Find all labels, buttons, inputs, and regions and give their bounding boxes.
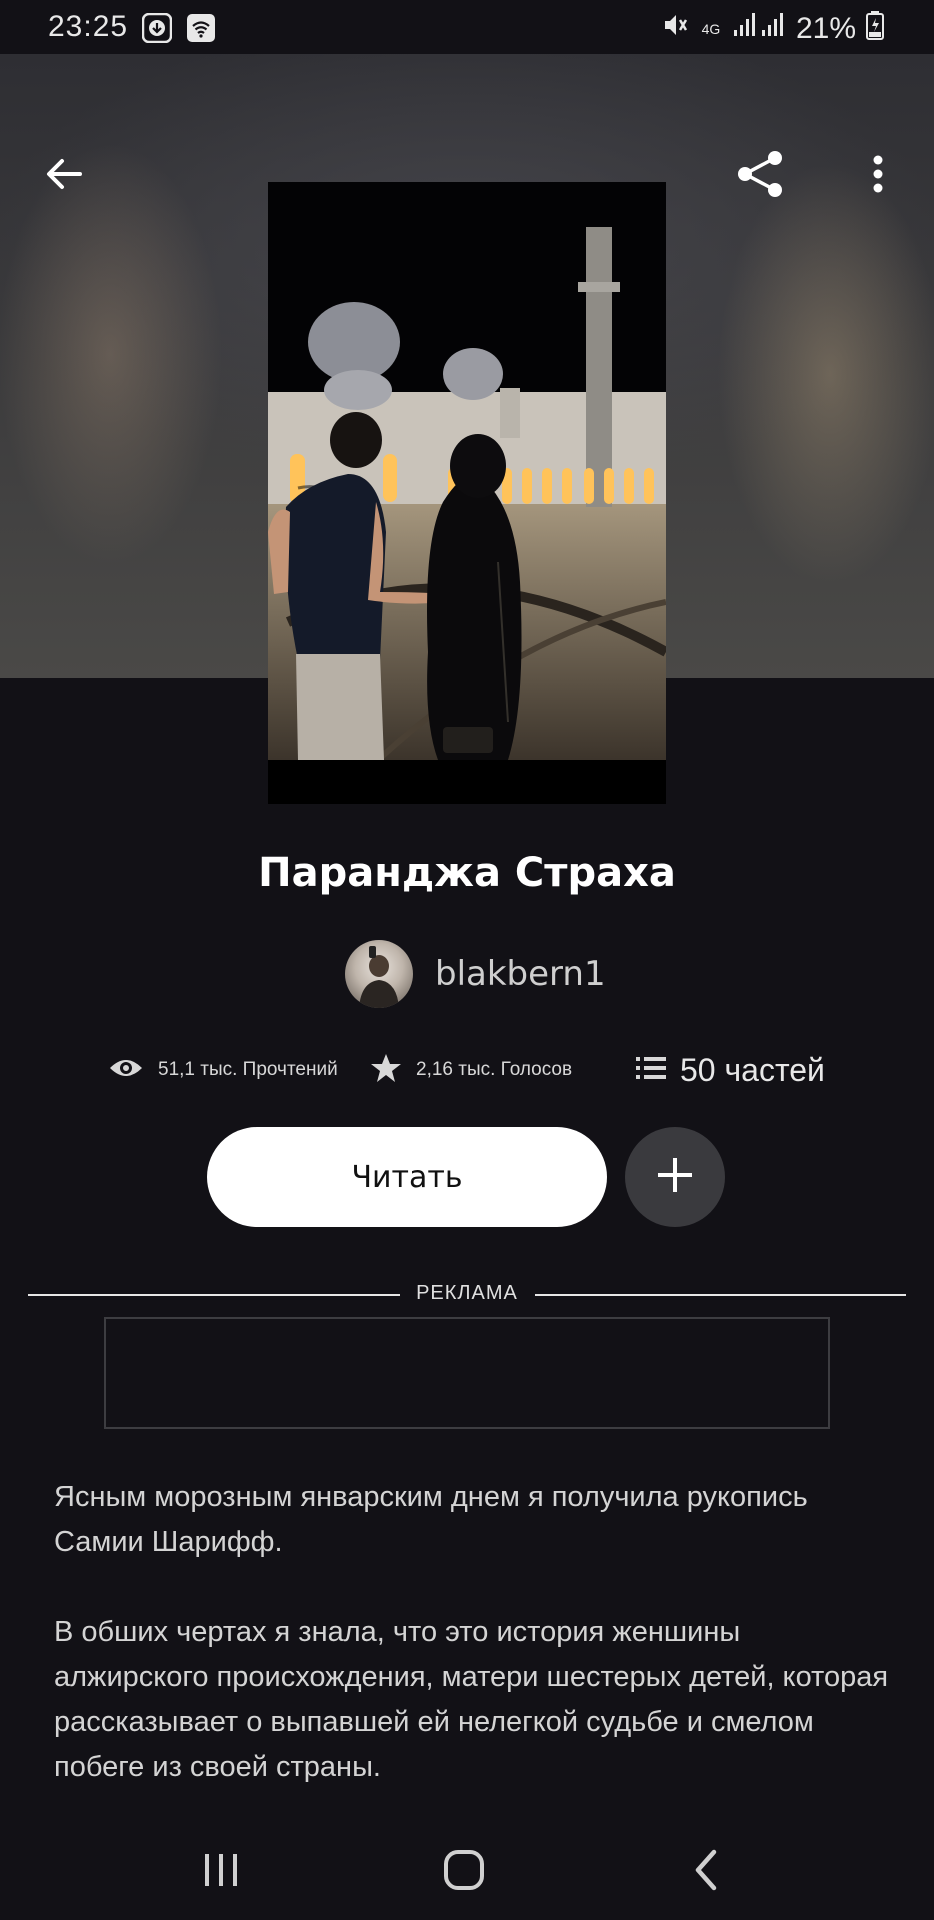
reads-stat: 51,1 тыс. Прочтений	[108, 1048, 338, 1092]
status-right: 4G 21%	[660, 10, 884, 48]
story-stats: 51,1 тыс. Прочтений 2,16 тыс. Голосов 50…	[0, 1048, 934, 1092]
reads-count: 51,1 тыс. Прочтений	[158, 1059, 338, 1080]
more-vertical-icon[interactable]	[848, 144, 908, 204]
parts-count[interactable]: 50 частей	[680, 1052, 825, 1089]
network-type: 4G	[701, 21, 721, 37]
votes-stat: 2,16 тыс. Голосов	[370, 1048, 572, 1092]
author-link[interactable]: blakbern1	[345, 940, 606, 1008]
share-icon[interactable]	[730, 144, 790, 204]
navigation-bar	[0, 1820, 934, 1920]
battery-icon	[866, 10, 884, 48]
status-time: 23:25	[48, 10, 129, 43]
story-title: Паранджа Страха	[258, 850, 676, 896]
description-paragraph: В обших чертах я знала, что это история …	[54, 1616, 889, 1783]
eye-icon	[108, 1055, 144, 1086]
wifi-icon	[186, 13, 216, 43]
plus-icon	[655, 1155, 695, 1200]
home-icon[interactable]	[424, 1840, 504, 1900]
list-icon	[636, 1055, 666, 1086]
author-name[interactable]: blakbern1	[435, 954, 606, 994]
back-arrow-icon[interactable]	[34, 144, 94, 204]
parts-stat[interactable]: 50 частей	[636, 1048, 825, 1092]
story-cover-image[interactable]	[268, 182, 666, 804]
signal-icon	[732, 10, 786, 48]
star-icon	[370, 1052, 402, 1089]
back-nav-icon[interactable]	[667, 1840, 747, 1900]
ad-banner[interactable]	[104, 1317, 830, 1429]
avatar[interactable]	[345, 940, 413, 1008]
add-to-library-button[interactable]	[625, 1127, 725, 1227]
description-paragraph: Ясным морозным январским днем я получила…	[54, 1481, 808, 1558]
recent-apps-icon[interactable]	[181, 1840, 261, 1900]
mute-icon	[660, 10, 690, 48]
download-icon	[141, 12, 173, 44]
ad-divider-right	[535, 1294, 906, 1296]
read-button[interactable]: Читать	[207, 1127, 607, 1227]
votes-count: 2,16 тыс. Голосов	[416, 1059, 573, 1080]
story-description: Ясным морозным январским днем я получила…	[54, 1475, 894, 1835]
battery-level: 21%	[795, 12, 856, 45]
status-bar: 23:25 4G 21%	[0, 0, 934, 54]
